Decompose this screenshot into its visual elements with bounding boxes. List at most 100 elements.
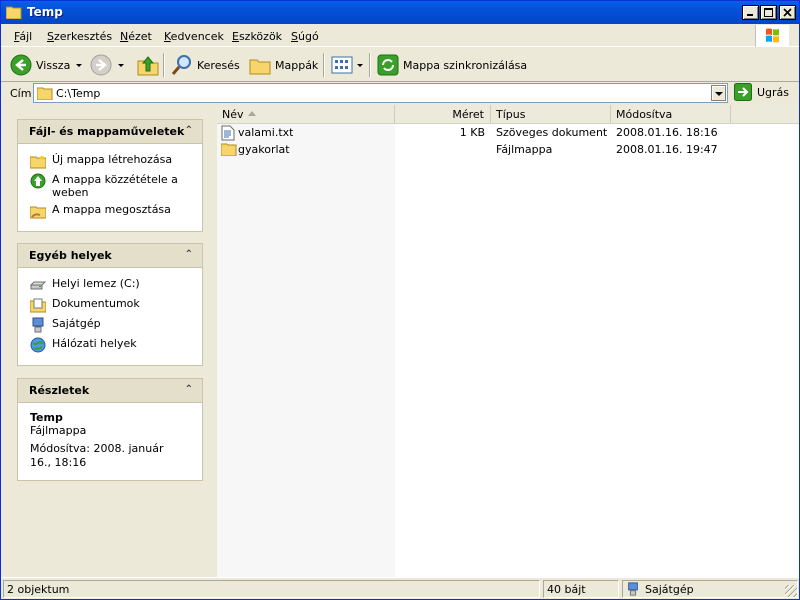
task-publish-web[interactable]: A mappa közzététele a weben xyxy=(30,173,194,199)
minimize-icon xyxy=(747,14,753,16)
menu-favorites[interactable]: Kedvencek xyxy=(164,30,224,43)
windows-logo xyxy=(755,25,789,47)
status-size: 40 bájt xyxy=(543,580,619,598)
file-list[interactable]: Név Méret Típus Módosítva valami.txt 1 K… xyxy=(217,105,799,577)
back-arrow-icon xyxy=(10,54,32,76)
menu-view[interactable]: Nézet xyxy=(120,30,152,43)
computer-icon xyxy=(32,317,44,333)
maximize-icon xyxy=(764,8,773,17)
other-places-panel: Egyéb helyek ⌃ Helyi lemez (C:) Dokument… xyxy=(17,243,203,366)
place-local-disk[interactable]: Helyi lemez (C:) xyxy=(30,277,194,293)
column-header-type[interactable]: Típus xyxy=(491,105,611,124)
sync-icon xyxy=(377,54,399,76)
menu-edit[interactable]: Szerkesztés xyxy=(47,30,112,43)
chevron-down-icon xyxy=(715,92,723,96)
toolbar-separator xyxy=(369,53,371,77)
menu-help[interactable]: Súgó xyxy=(291,30,319,43)
sync-folder-button[interactable]: Mappa szinkronizálása xyxy=(377,52,527,78)
panel-header[interactable]: Egyéb helyek ⌃ xyxy=(17,243,203,267)
address-bar: Cím C:\Temp Ugrás xyxy=(1,82,799,104)
network-places-icon xyxy=(30,337,46,353)
column-header-filler xyxy=(731,105,799,124)
go-label: Ugrás xyxy=(757,85,790,99)
back-label: Vissza xyxy=(36,58,71,72)
search-label: Keresés xyxy=(197,58,240,72)
file-folder-tasks-panel: Fájl- és mappaműveletek ⌃ Új mappa létre… xyxy=(17,119,203,232)
file-modified: 2008.01.16. 18:16 xyxy=(616,126,718,139)
go-button[interactable]: Ugrás xyxy=(734,83,789,101)
folder-icon xyxy=(6,6,22,19)
text-file-icon xyxy=(221,125,235,141)
address-value: C:\Temp xyxy=(56,87,101,100)
task-new-folder[interactable]: Új mappa létrehozása xyxy=(30,153,194,169)
folders-button[interactable]: Mappák xyxy=(249,52,318,78)
close-icon xyxy=(783,8,792,17)
address-input[interactable]: C:\Temp xyxy=(33,83,728,103)
place-documents[interactable]: Dokumentumok xyxy=(30,297,194,313)
panel-header[interactable]: Részletek ⌃ xyxy=(17,378,203,402)
menu-file[interactable]: Fájl xyxy=(14,30,32,43)
details-panel: Részletek ⌃ Temp Fájlmappa Módosítva: 20… xyxy=(17,378,203,481)
status-object-count: 2 objektum xyxy=(3,580,540,598)
status-location: Sajátgép xyxy=(622,580,798,598)
close-button[interactable] xyxy=(779,5,796,20)
publish-web-icon xyxy=(30,173,46,189)
windows-flag-icon xyxy=(766,28,779,43)
details-type: Fájlmappa xyxy=(30,424,87,437)
collapse-icon[interactable]: ⌃ xyxy=(185,249,193,260)
menu-bar: Fájl Szerkesztés Nézet Kedvencek Eszközö… xyxy=(1,24,799,47)
go-arrow-icon xyxy=(734,83,752,101)
chevron-down-icon[interactable] xyxy=(357,63,363,67)
address-dropdown-button[interactable] xyxy=(711,85,726,101)
collapse-icon[interactable]: ⌃ xyxy=(185,125,193,136)
file-modified: 2008.01.16. 19:47 xyxy=(616,143,718,156)
folder-icon xyxy=(221,143,237,156)
file-name: gyakorlat xyxy=(238,143,290,156)
address-label: Cím xyxy=(10,87,32,100)
details-name: Temp xyxy=(30,411,63,424)
file-type: Szöveges dokument... xyxy=(496,126,608,139)
views-icon xyxy=(331,56,353,74)
up-folder-button[interactable] xyxy=(137,52,159,78)
resize-grip[interactable] xyxy=(785,585,797,597)
folders-label: Mappák xyxy=(275,58,319,72)
file-name: valami.txt xyxy=(238,126,294,139)
views-button[interactable] xyxy=(331,52,363,78)
details-modified: Módosítva: 2008. január 16., 18:16 xyxy=(30,442,164,469)
sync-label: Mappa szinkronizálása xyxy=(403,58,528,72)
column-header-modified[interactable]: Módosítva xyxy=(611,105,731,124)
table-row[interactable]: gyakorlat Fájlmappa 2008.01.16. 19:47 xyxy=(217,141,737,158)
sort-ascending-icon xyxy=(248,111,256,116)
explorer-window: Temp Fájl Szerkesztés Nézet Kedvencek Es… xyxy=(0,0,800,600)
chevron-down-icon[interactable] xyxy=(76,63,83,67)
panel-header[interactable]: Fájl- és mappaműveletek ⌃ xyxy=(17,119,203,143)
up-folder-icon xyxy=(137,56,159,76)
place-my-computer[interactable]: Sajátgép xyxy=(30,317,194,333)
toolbar: Vissza Keresés Mappák Mappa szinkronizál… xyxy=(1,48,799,82)
window-title: Temp xyxy=(27,5,63,19)
folder-icon xyxy=(37,87,53,100)
chevron-down-icon[interactable] xyxy=(118,63,124,67)
task-share-folder[interactable]: A mappa megosztása xyxy=(30,203,194,219)
forward-arrow-icon xyxy=(90,54,112,76)
collapse-icon[interactable]: ⌃ xyxy=(185,384,193,395)
file-size: 1 KB xyxy=(459,126,485,139)
column-header-name[interactable]: Név xyxy=(217,105,395,124)
status-bar: 2 objektum 40 bájt Sajátgép xyxy=(1,577,799,599)
forward-button[interactable] xyxy=(90,52,124,78)
documents-folder-icon xyxy=(30,298,46,313)
maximize-button[interactable] xyxy=(760,5,777,20)
minimize-button[interactable] xyxy=(742,5,759,20)
share-folder-icon xyxy=(30,206,46,219)
sorted-column-highlight xyxy=(217,124,395,577)
hard-drive-icon xyxy=(30,281,46,290)
back-button[interactable]: Vissza xyxy=(10,52,83,78)
column-header-size[interactable]: Méret xyxy=(395,105,491,124)
toolbar-separator xyxy=(323,53,325,77)
title-bar[interactable]: Temp xyxy=(1,1,799,24)
task-pane: Fájl- és mappaműveletek ⌃ Új mappa létre… xyxy=(1,105,217,577)
place-network[interactable]: Hálózati helyek xyxy=(30,337,194,353)
table-row[interactable]: valami.txt 1 KB Szöveges dokument... 200… xyxy=(217,124,737,141)
search-button[interactable]: Keresés xyxy=(171,52,240,78)
menu-tools[interactable]: Eszközök xyxy=(232,30,282,43)
